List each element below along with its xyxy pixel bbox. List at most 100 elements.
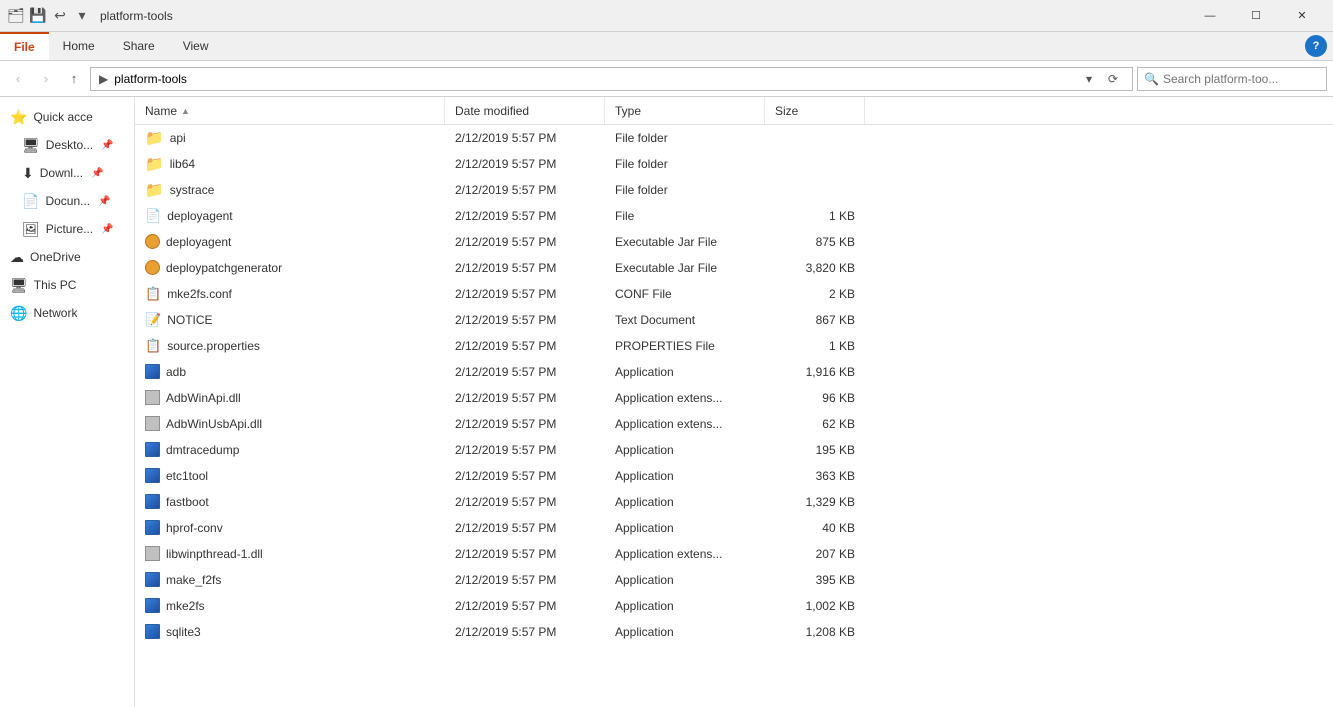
table-row[interactable]: deployagent 2/12/2019 5:57 PM Executable… [135,229,1333,255]
file-date-cell: 2/12/2019 5:57 PM [445,469,605,483]
table-row[interactable]: make_f2fs 2/12/2019 5:57 PM Application … [135,567,1333,593]
jar-icon [145,260,160,275]
refresh-button[interactable]: ⟳ [1102,68,1124,90]
close-button[interactable]: ✕ [1279,0,1325,32]
undo-icon[interactable]: ↩ [52,8,68,24]
desktop-pin-icon: 📌 [101,140,113,151]
file-type-cell: File folder [605,157,765,171]
sidebar-item-onedrive[interactable]: ☁ OneDrive [0,243,134,271]
file-date-cell: 2/12/2019 5:57 PM [445,495,605,509]
table-row[interactable]: 📝 NOTICE 2/12/2019 5:57 PM Text Document… [135,307,1333,333]
network-icon: 🌐 [10,305,27,322]
table-row[interactable]: deploypatchgenerator 2/12/2019 5:57 PM E… [135,255,1333,281]
table-row[interactable]: 📁 lib64 2/12/2019 5:57 PM File folder [135,151,1333,177]
file-name-cell: adb [135,364,445,379]
file-type-cell: Application [605,469,765,483]
sidebar-item-desktop[interactable]: 🖥 Desktо... 📌 [0,131,134,159]
tab-file[interactable]: File [0,32,49,60]
tab-home[interactable]: Home [49,32,109,60]
file-type-cell: Application extens... [605,391,765,405]
sidebar-item-quickaccess[interactable]: ⭐ Quick acce [0,103,134,131]
table-row[interactable]: hprof-conv 2/12/2019 5:57 PM Application… [135,515,1333,541]
file-name: adb [166,365,186,379]
downloads-icon: ⬇ [22,165,34,182]
sidebar-label-documents: Docun... [45,194,90,208]
dropdown-icon[interactable]: ▾ [74,8,90,24]
table-row[interactable]: 📁 api 2/12/2019 5:57 PM File folder [135,125,1333,151]
file-name: api [170,131,186,145]
file-name: AdbWinApi.dll [166,391,241,405]
file-name-cell: libwinpthread-1.dll [135,546,445,561]
thispc-icon: 🖥 [10,277,28,294]
file-name-cell: 📋 mke2fs.conf [135,286,445,302]
file-name: mke2fs [166,599,205,613]
search-icon: 🔍 [1144,72,1159,86]
sidebar-item-network[interactable]: 🌐 Network [0,299,134,327]
table-row[interactable]: 📋 mke2fs.conf 2/12/2019 5:57 PM CONF Fil… [135,281,1333,307]
file-type-cell: Text Document [605,313,765,327]
file-type-cell: File folder [605,131,765,145]
table-row[interactable]: adb 2/12/2019 5:57 PM Application 1,916 … [135,359,1333,385]
sidebar-item-downloads[interactable]: ⬇ Downl... 📌 [0,159,134,187]
sidebar-item-documents[interactable]: 📄 Docun... 📌 [0,187,134,215]
app-icon [145,572,160,587]
titlebar-icons: 🗂 💾 ↩ ▾ [8,8,90,24]
maximize-button[interactable]: ☐ [1233,0,1279,32]
file-name: make_f2fs [166,573,221,587]
search-box: 🔍 [1137,67,1327,91]
address-dropdown-button[interactable]: ▾ [1078,68,1100,90]
save-icon[interactable]: 💾 [30,8,46,24]
col-header-size[interactable]: Size [765,97,865,124]
pictures-icon: 🖼 [22,221,40,238]
app-icon [145,520,160,535]
col-header-type[interactable]: Type [605,97,765,124]
minimize-button[interactable]: — [1187,0,1233,32]
table-row[interactable]: dmtracedump 2/12/2019 5:57 PM Applicatio… [135,437,1333,463]
back-button[interactable]: ‹ [6,67,30,91]
table-row[interactable]: AdbWinUsbApi.dll 2/12/2019 5:57 PM Appli… [135,411,1333,437]
app-icon [145,442,160,457]
tab-view[interactable]: View [169,32,223,60]
sidebar-item-thispc[interactable]: 🖥 This PC [0,271,134,299]
file-date-cell: 2/12/2019 5:57 PM [445,573,605,587]
up-button[interactable]: ↑ [62,67,86,91]
table-row[interactable]: 📄 deployagent 2/12/2019 5:57 PM File 1 K… [135,203,1333,229]
app-icon [145,598,160,613]
table-row[interactable]: fastboot 2/12/2019 5:57 PM Application 1… [135,489,1333,515]
table-row[interactable]: 📁 systrace 2/12/2019 5:57 PM File folder [135,177,1333,203]
file-date-cell: 2/12/2019 5:57 PM [445,339,605,353]
sidebar-item-pictures[interactable]: 🖼 Picture... 📌 [0,215,134,243]
file-name: libwinpthread-1.dll [166,547,263,561]
forward-button[interactable]: › [34,67,58,91]
file-date-cell: 2/12/2019 5:57 PM [445,261,605,275]
tab-share[interactable]: Share [109,32,169,60]
file-size-cell: 96 KB [765,391,865,405]
search-input[interactable] [1163,72,1320,86]
col-header-date[interactable]: Date modified [445,97,605,124]
file-name-cell: deployagent [135,234,445,249]
file-name: hprof-conv [166,521,223,535]
dll-icon [145,546,160,561]
file-name-cell: 📁 systrace [135,181,445,199]
table-row[interactable]: sqlite3 2/12/2019 5:57 PM Application 1,… [135,619,1333,645]
table-row[interactable]: etc1tool 2/12/2019 5:57 PM Application 3… [135,463,1333,489]
jar-icon [145,234,160,249]
col-header-name[interactable]: Name ▲ [135,97,445,124]
help-button[interactable]: ? [1305,35,1327,57]
table-row[interactable]: libwinpthread-1.dll 2/12/2019 5:57 PM Ap… [135,541,1333,567]
table-row[interactable]: mke2fs 2/12/2019 5:57 PM Application 1,0… [135,593,1333,619]
app-icon [145,364,160,379]
sidebar-label-thispc: This PC [34,278,77,292]
file-name: source.properties [167,339,260,353]
file-size-cell: 207 KB [765,547,865,561]
address-bar[interactable]: ▶ platform-tools ▾ ⟳ [90,67,1133,91]
file-size-cell: 395 KB [765,573,865,587]
file-size-cell: 40 KB [765,521,865,535]
file-icon: 📄 [145,208,161,224]
file-date-cell: 2/12/2019 5:57 PM [445,547,605,561]
table-row[interactable]: AdbWinApi.dll 2/12/2019 5:57 PM Applicat… [135,385,1333,411]
window-title: platform-tools [100,9,173,23]
table-row[interactable]: 📋 source.properties 2/12/2019 5:57 PM PR… [135,333,1333,359]
file-size-cell: 1,916 KB [765,365,865,379]
sidebar: ⭐ Quick acce 🖥 Desktо... 📌 ⬇ Downl... 📌 … [0,97,135,707]
